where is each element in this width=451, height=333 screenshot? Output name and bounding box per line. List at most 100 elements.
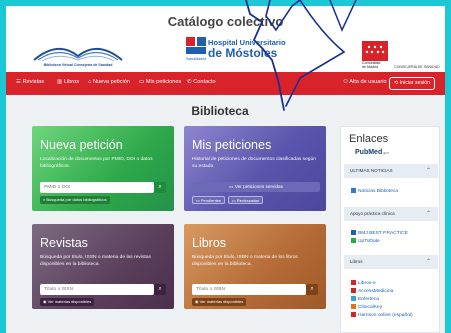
- chevron-up-icon: ⌃: [425, 211, 431, 217]
- link-libros-e-label: Libros-e: [358, 281, 376, 286]
- nav-libros-label: Libros: [63, 79, 80, 85]
- accordion-apoyo-label: Apoyo práctica clínica: [350, 211, 395, 216]
- page-title: Biblioteca: [191, 104, 249, 118]
- pending-chip-label: Pendientes: [200, 198, 221, 203]
- nav-signup[interactable]: ⚇ Alta de usuario: [343, 79, 387, 85]
- hospital-logo[interactable]: Hospital Universitario de Móstoles Salud…: [186, 37, 286, 65]
- link-noticias-biblioteca[interactable]: Noticias Biblioteca: [351, 188, 398, 194]
- site-header: Catálogo colectivo Biblioteca Virtual Co…: [6, 6, 445, 72]
- nav-nueva-peticion-label: Nueva petición: [92, 79, 130, 85]
- card-nueva-title: Nueva petición: [40, 138, 123, 152]
- libros-search-button[interactable]: ⌕: [306, 284, 318, 295]
- link-clinicalkey-label: ClinicalKey: [358, 305, 383, 310]
- login-button[interactable]: ⟲ Iniciar sesión: [389, 77, 435, 90]
- journal-subjects-label: Ver materias disponibles: [47, 299, 92, 304]
- enferteca-icon: [351, 296, 356, 301]
- bvm-caption: Biblioteca Virtual Consejería de Sanidad: [43, 63, 113, 67]
- bibliographic-search-label: Búsqueda por datos bibliográficos: [46, 197, 107, 202]
- chevron-up-icon: ⌃: [425, 259, 431, 265]
- pubmed-label: PubMed: [355, 149, 383, 156]
- pubmed-logo[interactable]: PubMed.gov: [355, 149, 389, 156]
- nav-contacto-label: Contacto: [193, 79, 216, 85]
- harrison-icon: [351, 312, 356, 317]
- link-harrison-label: Harrison online (español): [358, 313, 413, 318]
- card-revistas: Revistas Búsqueda por título, ISSN o mat…: [32, 224, 174, 309]
- served-requests-label: Ver peticiones servidas: [234, 184, 283, 189]
- nav-mis-peticiones[interactable]: ▭ Mis peticiones: [139, 79, 181, 85]
- revistas-search-button[interactable]: ⌕: [154, 284, 166, 295]
- book-subjects-label: Ver materias disponibles: [199, 299, 244, 304]
- hospital-emblem-icon: [186, 37, 206, 54]
- card-libros-desc: Búsqueda por título, ISBN o materia de l…: [192, 255, 298, 267]
- pubmed-gov-label: .gov: [382, 151, 390, 155]
- open-book-icon: [33, 48, 123, 62]
- card-mis-desc: Historial de peticiones de documentos cl…: [192, 157, 316, 169]
- comunidad-madrid-logo[interactable]: Comunidad de Madrid CONSEJERÍA DE SANIDA…: [362, 41, 442, 69]
- uptodate-icon: [351, 238, 356, 243]
- journal-subjects-chip[interactable]: ◉ Ver materias disponibles: [40, 298, 95, 306]
- search-icon: ⌕: [158, 184, 162, 190]
- card-revistas-title: Revistas: [40, 236, 88, 250]
- rejected-chip-label: Rechazadas: [236, 198, 260, 203]
- rejected-chip[interactable]: ▭ Rechazadas: [228, 196, 264, 204]
- nav-revistas[interactable]: ☰ Revistas: [16, 79, 44, 85]
- nav-signup-label: Alta de usuario: [349, 79, 387, 85]
- search-icon: ⌕: [310, 286, 314, 292]
- pmid-doi-input[interactable]: PMID o DOI: [40, 182, 154, 193]
- sidebar-title: Enlaces: [349, 133, 389, 145]
- pending-chip[interactable]: ▭ Pendientes: [192, 196, 225, 204]
- link-uptodate[interactable]: UpToDate: [351, 238, 380, 244]
- nav-nueva-peticion[interactable]: ⌂ Nueva petición: [88, 79, 130, 85]
- link-harrison[interactable]: Harrison online (español): [351, 312, 413, 318]
- book-subjects-chip[interactable]: ◉ Ver materias disponibles: [192, 298, 247, 306]
- nav-contacto[interactable]: ✆ Contacto: [187, 79, 216, 85]
- salud-madrid-label: SaludMadrid: [186, 57, 207, 61]
- accordion-noticias-label: ULTIMAS NOTICIAS: [350, 168, 393, 173]
- accordion-libros-label: Libros: [350, 259, 363, 264]
- ebook-icon: [351, 280, 356, 285]
- nav-libros[interactable]: ▥ Libros: [57, 79, 79, 85]
- card-nueva-desc: Localización de documentos por PMID, DOI…: [40, 157, 153, 169]
- links-sidebar: Enlaces PubMed.gov ULTIMAS NOTICIAS ⌃ Not…: [340, 126, 440, 333]
- card-nueva-peticion: Nueva petición Localización de documento…: [32, 126, 174, 211]
- login-button-label: Iniciar sesión: [399, 80, 431, 86]
- site-title: Catálogo colectivo: [167, 14, 284, 29]
- link-noticias-label: Noticias Biblioteca: [358, 189, 398, 194]
- rss-icon: [351, 188, 356, 193]
- card-mis-peticiones: Mis peticiones Historial de peticiones d…: [184, 126, 326, 211]
- comunidad-madrid-label: Comunidad de Madrid: [362, 61, 381, 69]
- book-search-input[interactable]: Título o ISBN: [192, 284, 306, 295]
- frame-right-border: [445, 0, 451, 333]
- link-bmj-label: BMJ BEST PRACTICE: [358, 231, 408, 236]
- link-accessmedicina-label: AccessMedicina: [358, 289, 394, 294]
- madrid-stars-flag-icon: [362, 41, 388, 61]
- bmj-icon: [351, 230, 356, 235]
- link-clinicalkey[interactable]: ClinicalKey: [351, 304, 382, 310]
- card-revistas-desc: Búsqueda por título, ISSN o materia de l…: [40, 255, 151, 267]
- link-bmj[interactable]: BMJ BEST PRACTICE: [351, 230, 408, 236]
- accordion-apoyo[interactable]: Apoyo práctica clínica ⌃: [344, 207, 438, 221]
- accessmedicina-icon: [351, 288, 356, 293]
- link-uptodate-label: UpToDate: [358, 239, 380, 244]
- hospital-name-line2: de Móstoles: [208, 46, 278, 60]
- card-mis-title: Mis peticiones: [192, 138, 272, 152]
- card-libros-title: Libros: [192, 236, 227, 250]
- nav-revistas-label: Revistas: [22, 79, 45, 85]
- main-navbar: ☰ Revistas ▥ Libros ⌂ Nueva petición ▭ M…: [6, 72, 445, 95]
- accordion-libros[interactable]: Libros ⌃: [344, 255, 438, 269]
- link-enferteca[interactable]: Enferteca: [351, 296, 379, 302]
- card-libros: Libros Búsqueda por título, ISBN o mater…: [184, 224, 326, 309]
- bvm-logo[interactable]: Biblioteca Virtual Consejería de Sanidad: [28, 36, 128, 72]
- link-accessmedicina[interactable]: AccessMedicina: [351, 288, 393, 294]
- accordion-noticias[interactable]: ULTIMAS NOTICIAS ⌃: [344, 164, 438, 178]
- link-libros-e[interactable]: Libros-e: [351, 280, 376, 286]
- served-requests-button[interactable]: ▭ Ver peticiones servidas: [192, 182, 320, 192]
- nueva-search-button[interactable]: ⌕: [154, 182, 166, 193]
- clinicalkey-icon: [351, 304, 356, 309]
- consejeria-label: CONSEJERÍA DE SANIDAD: [394, 65, 440, 69]
- bibliographic-search-chip[interactable]: ⌕ Búsqueda por datos bibliográficos: [40, 196, 110, 204]
- link-enferteca-label: Enferteca: [358, 297, 379, 302]
- journal-search-input[interactable]: Título o ISSN: [40, 284, 154, 295]
- chevron-up-icon: ⌃: [425, 168, 431, 174]
- search-icon: ⌕: [158, 286, 162, 292]
